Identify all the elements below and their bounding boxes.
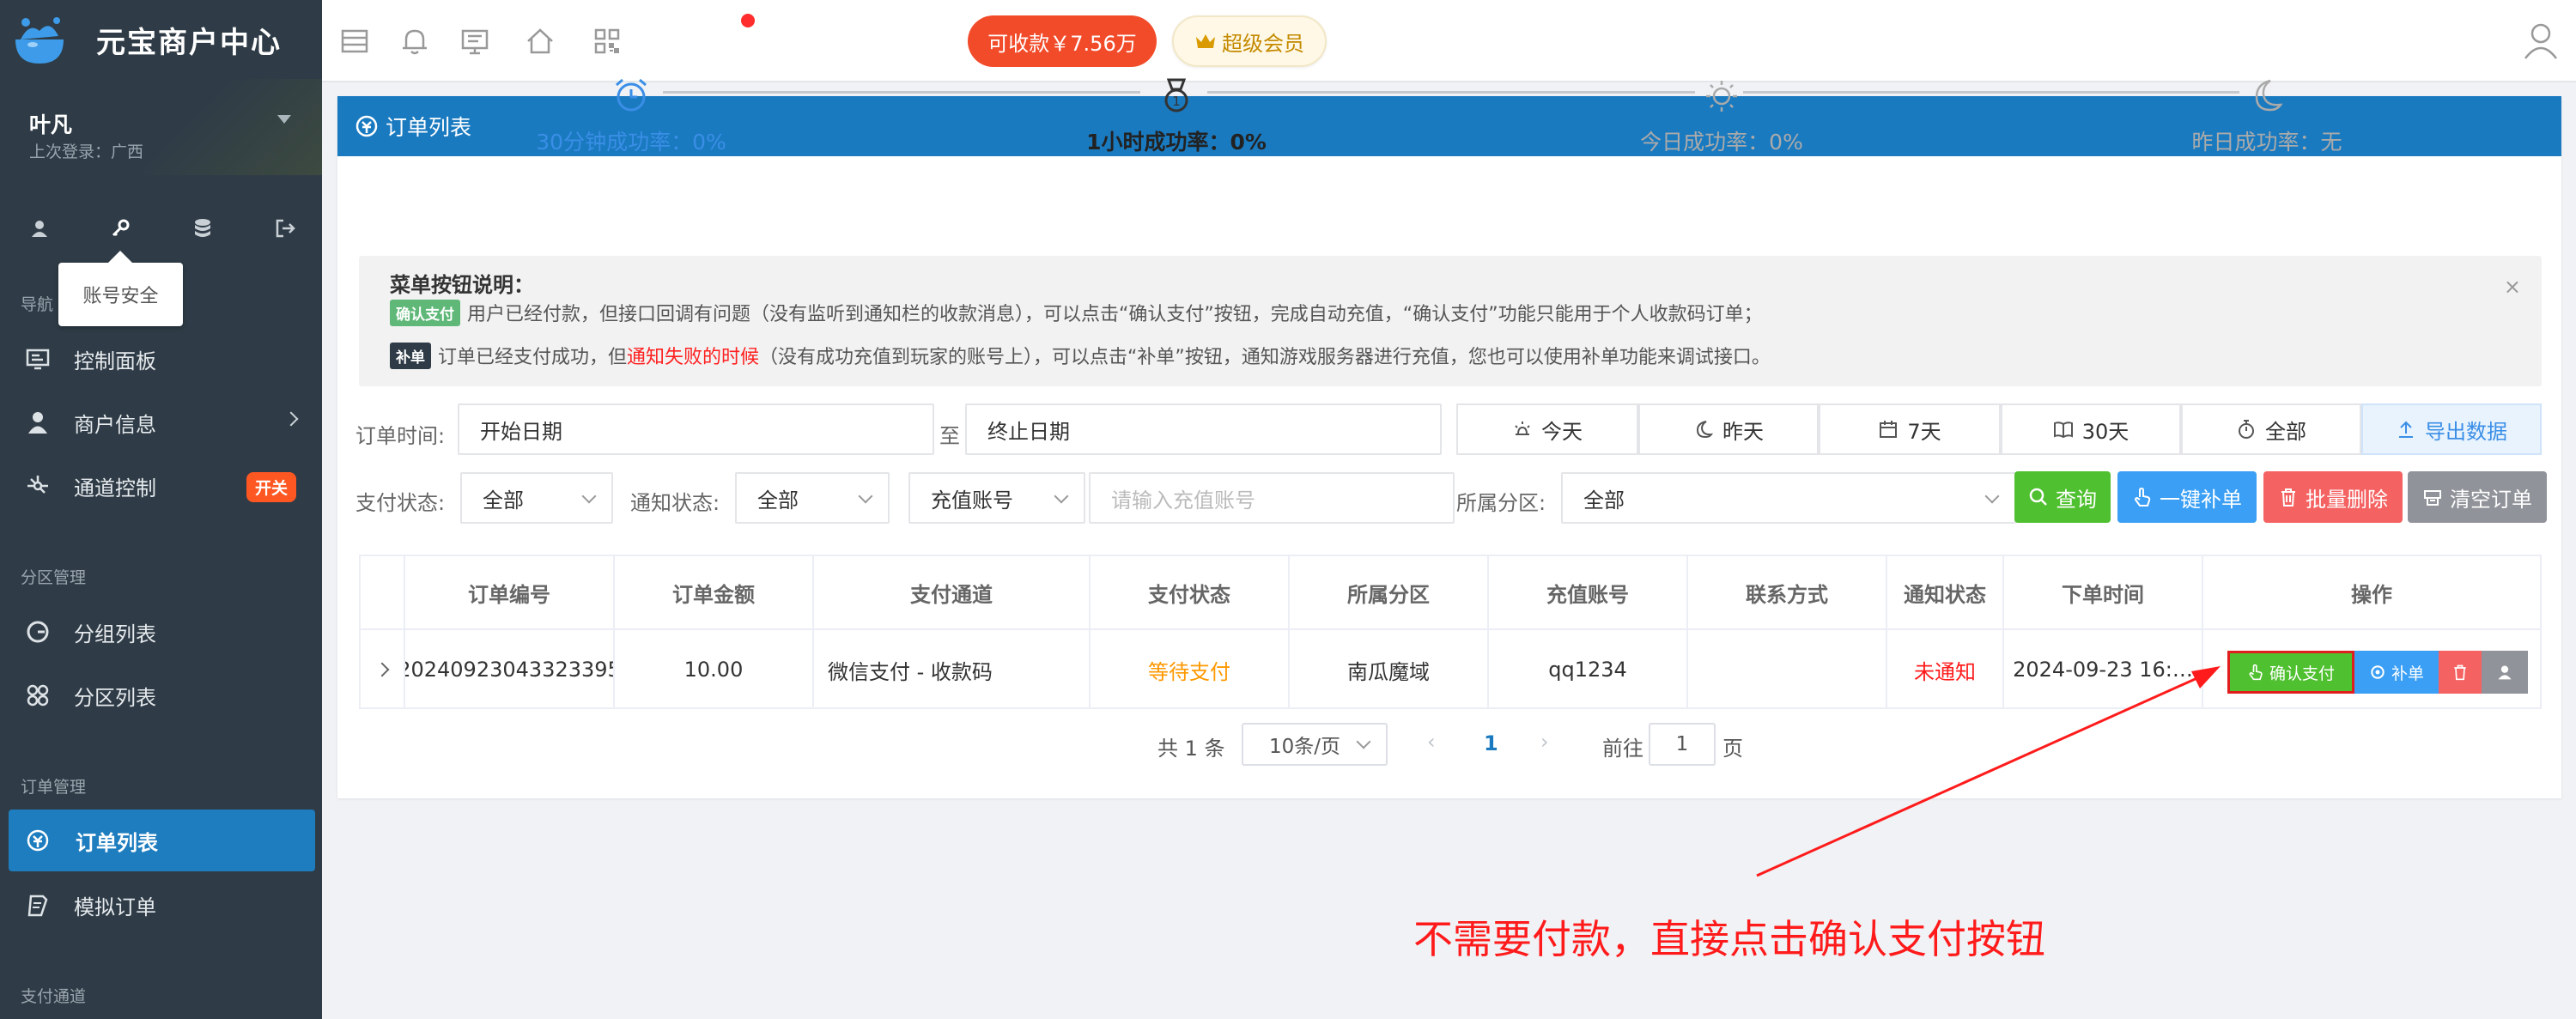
annotation-text: 不需要付款，直接点击确认支付按钮: [1413, 916, 2045, 962]
annotation-arrow: [1756, 666, 2221, 877]
